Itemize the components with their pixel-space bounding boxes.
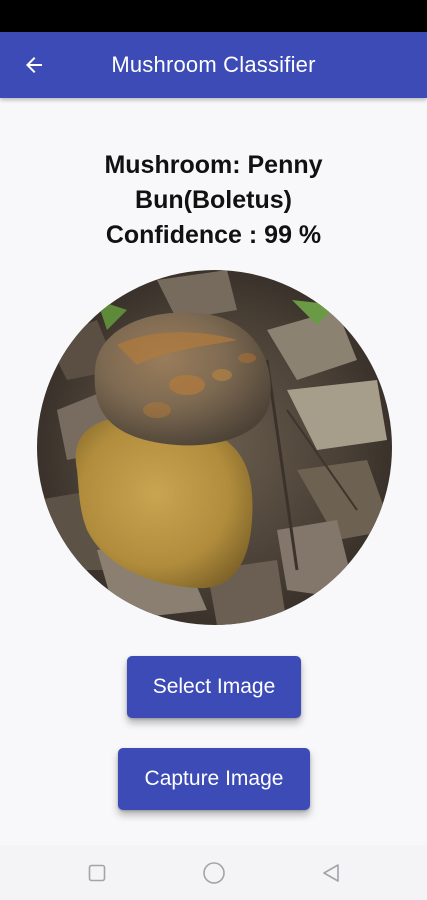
app-bar: Mushroom Classifier — [0, 32, 427, 98]
back-button[interactable] — [14, 47, 54, 83]
mushroom-photo — [37, 270, 392, 625]
result-species-line-1: Mushroom: Penny — [104, 151, 323, 179]
result-species-line-2: Bun(Boletus) — [135, 186, 292, 214]
back-triangle-icon — [323, 864, 339, 882]
select-image-button[interactable]: Select Image — [127, 656, 301, 718]
result-confidence: Confidence : 99 % — [105, 221, 322, 249]
app-title: Mushroom Classifier — [0, 32, 427, 98]
classification-result: Mushroom: Penny Bun(Boletus) Confidence … — [30, 148, 397, 253]
status-bar — [0, 0, 427, 32]
capture-image-button[interactable]: Capture Image — [118, 748, 310, 810]
system-navigation-bar — [0, 845, 427, 900]
nav-back-button[interactable] — [318, 860, 344, 886]
recent-apps-icon — [88, 864, 106, 882]
app-title-text: Mushroom Classifier — [111, 52, 316, 77]
capture-image-label: Capture Image — [144, 767, 284, 790]
mushroom-photo-illustration — [37, 270, 392, 625]
recent-apps-button[interactable] — [84, 860, 110, 886]
arrow-left-icon — [26, 57, 42, 73]
select-image-label: Select Image — [152, 675, 276, 698]
home-button[interactable] — [201, 860, 227, 886]
home-icon — [203, 862, 225, 884]
